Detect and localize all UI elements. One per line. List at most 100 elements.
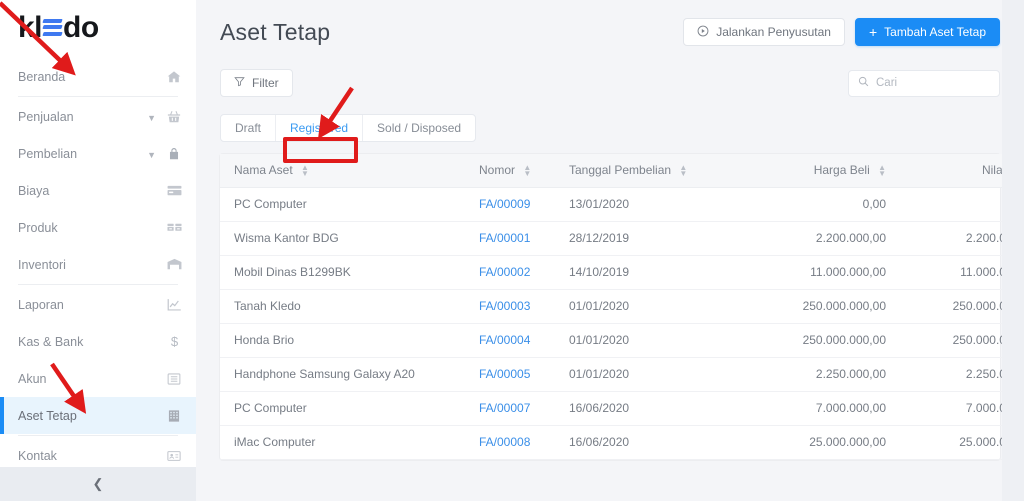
cell-nama-aset: PC Computer (220, 187, 465, 221)
sidebar-item-biaya[interactable]: Biaya (0, 172, 196, 209)
column-label: Nama Aset (234, 163, 293, 177)
column-label: Tanggal Pembelian (569, 163, 671, 177)
cell-nama-aset: Mobil Dinas B1299BK (220, 255, 465, 289)
sidebar-item-kas-bank[interactable]: Kas & Bank $ (0, 323, 196, 360)
home-icon (166, 70, 182, 84)
sidebar-item-label: Pembelian (18, 147, 147, 161)
sidebar-item-label: Aset Tetap (18, 409, 166, 423)
sidebar-item-laporan[interactable]: Laporan (0, 286, 196, 323)
toolbar-row: Filter (220, 58, 1000, 108)
plus-icon: + (869, 25, 877, 39)
table-row[interactable]: PC Computer FA/00009 13/01/2020 0,00 0,0… (220, 187, 1024, 221)
sidebar-collapse-button[interactable]: ❮ (0, 467, 196, 501)
column-header-harga-beli[interactable]: Harga Beli ▲▼ (725, 154, 900, 187)
cell-harga-beli: 11.000.000,00 (725, 255, 900, 289)
column-label: Nomor (479, 163, 515, 177)
add-asset-button[interactable]: + Tambah Aset Tetap (855, 18, 1000, 46)
cell-tanggal-pembelian: 01/01/2020 (555, 289, 725, 323)
cell-tanggal-pembelian: 28/12/2019 (555, 221, 725, 255)
asset-number-link[interactable]: FA/00004 (479, 333, 530, 347)
cell-nomor: FA/00002 (465, 255, 555, 289)
chart-line-icon (166, 297, 182, 312)
table-head: Nama Aset ▲▼ Nomor ▲▼ Tanggal Pembelian … (220, 154, 1024, 187)
cell-nama-aset: PC Computer (220, 391, 465, 425)
sidebar-item-inventori[interactable]: Inventori (0, 246, 196, 283)
building-icon (166, 409, 182, 423)
cell-tanggal-pembelian: 14/10/2019 (555, 255, 725, 289)
cell-nomor: FA/00001 (465, 221, 555, 255)
tab-sold-disposed[interactable]: Sold / Disposed (363, 115, 475, 141)
table-row[interactable]: iMac Computer FA/00008 16/06/2020 25.000… (220, 425, 1024, 459)
sidebar-item-kontak[interactable]: Kontak (0, 437, 196, 467)
warehouse-icon (166, 257, 182, 272)
sort-arrows-icon: ▲▼ (523, 165, 531, 177)
sort-arrows-icon: ▲▼ (301, 165, 309, 177)
table-row[interactable]: PC Computer FA/00007 16/06/2020 7.000.00… (220, 391, 1024, 425)
cell-harga-beli: 2.250.000,00 (725, 357, 900, 391)
filter-label: Filter (252, 76, 279, 90)
table-row[interactable]: Wisma Kantor BDG FA/00001 28/12/2019 2.2… (220, 221, 1024, 255)
logo-text-right: do (63, 13, 99, 43)
sidebar-item-aset-tetap[interactable]: Aset Tetap (0, 397, 196, 434)
sidebar: kl do Beranda Penjualan ▼ Pemb (0, 0, 196, 501)
briefcase-lock-icon (166, 147, 182, 161)
search-box[interactable] (848, 70, 1000, 97)
column-header-tanggal-pembelian[interactable]: Tanggal Pembelian ▲▼ (555, 154, 725, 187)
contact-card-icon (166, 449, 182, 463)
page-title: Aset Tetap (220, 19, 330, 46)
cell-nomor: FA/00004 (465, 323, 555, 357)
sidebar-nav: Beranda Penjualan ▼ Pembelian ▼ (0, 56, 196, 467)
sidebar-divider (18, 435, 178, 436)
chevron-down-icon: ▼ (147, 113, 156, 123)
table-row[interactable]: Tanah Kledo FA/00003 01/01/2020 250.000.… (220, 289, 1024, 323)
cell-nama-aset: iMac Computer (220, 425, 465, 459)
play-circle-icon (697, 25, 709, 40)
cell-nomor: FA/00007 (465, 391, 555, 425)
table-row[interactable]: Handphone Samsung Galaxy A20 FA/00005 01… (220, 357, 1024, 391)
sidebar-item-produk[interactable]: Produk (0, 209, 196, 246)
cell-nama-aset: Wisma Kantor BDG (220, 221, 465, 255)
asset-number-link[interactable]: FA/00002 (479, 265, 530, 279)
sort-arrows-icon: ▲▼ (878, 165, 886, 177)
sidebar-item-pembelian[interactable]: Pembelian ▼ (0, 135, 196, 172)
sidebar-item-label: Akun (18, 372, 166, 386)
logo-text-left: kl (18, 13, 42, 43)
asset-number-link[interactable]: FA/00003 (479, 299, 530, 313)
cell-tanggal-pembelian: 01/01/2020 (555, 323, 725, 357)
list-icon (166, 372, 182, 386)
header-actions: Jalankan Penyusutan + Tambah Aset Tetap (683, 18, 1000, 46)
asset-number-link[interactable]: FA/00007 (479, 401, 530, 415)
add-asset-label: Tambah Aset Tetap (884, 25, 986, 39)
tab-draft[interactable]: Draft (221, 115, 276, 141)
cell-harga-beli: 250.000.000,00 (725, 289, 900, 323)
cell-nomor: FA/00008 (465, 425, 555, 459)
run-depreciation-label: Jalankan Penyusutan (716, 25, 831, 39)
sort-arrows-icon: ▲▼ (679, 165, 687, 177)
sidebar-item-penjualan[interactable]: Penjualan ▼ (0, 98, 196, 135)
credit-card-icon (166, 183, 182, 198)
asset-number-link[interactable]: FA/00005 (479, 367, 530, 381)
filter-button[interactable]: Filter (220, 69, 293, 97)
table-row[interactable]: Honda Brio FA/00004 01/01/2020 250.000.0… (220, 323, 1024, 357)
funnel-icon (234, 76, 245, 90)
table-row[interactable]: Mobil Dinas B1299BK FA/00002 14/10/2019 … (220, 255, 1024, 289)
sidebar-item-beranda[interactable]: Beranda (0, 58, 196, 95)
asset-number-link[interactable]: FA/00008 (479, 435, 530, 449)
asset-number-link[interactable]: FA/00001 (479, 231, 530, 245)
svg-text:$: $ (170, 334, 178, 349)
cell-tanggal-pembelian: 13/01/2020 (555, 187, 725, 221)
table-header-row: Nama Aset ▲▼ Nomor ▲▼ Tanggal Pembelian … (220, 154, 1024, 187)
sidebar-divider (18, 96, 178, 97)
cell-tanggal-pembelian: 16/06/2020 (555, 425, 725, 459)
app-root: kl do Beranda Penjualan ▼ Pemb (0, 0, 1024, 501)
app-logo[interactable]: kl do (0, 0, 196, 56)
column-header-nama-aset[interactable]: Nama Aset ▲▼ (220, 154, 465, 187)
table-body: PC Computer FA/00009 13/01/2020 0,00 0,0… (220, 187, 1024, 459)
asset-number-link[interactable]: FA/00009 (479, 197, 530, 211)
sidebar-item-akun[interactable]: Akun (0, 360, 196, 397)
column-header-nomor[interactable]: Nomor ▲▼ (465, 154, 555, 187)
search-input[interactable] (876, 77, 990, 89)
run-depreciation-button[interactable]: Jalankan Penyusutan (683, 18, 845, 46)
tab-registered[interactable]: Registered (276, 115, 363, 141)
right-gutter (1002, 0, 1024, 501)
